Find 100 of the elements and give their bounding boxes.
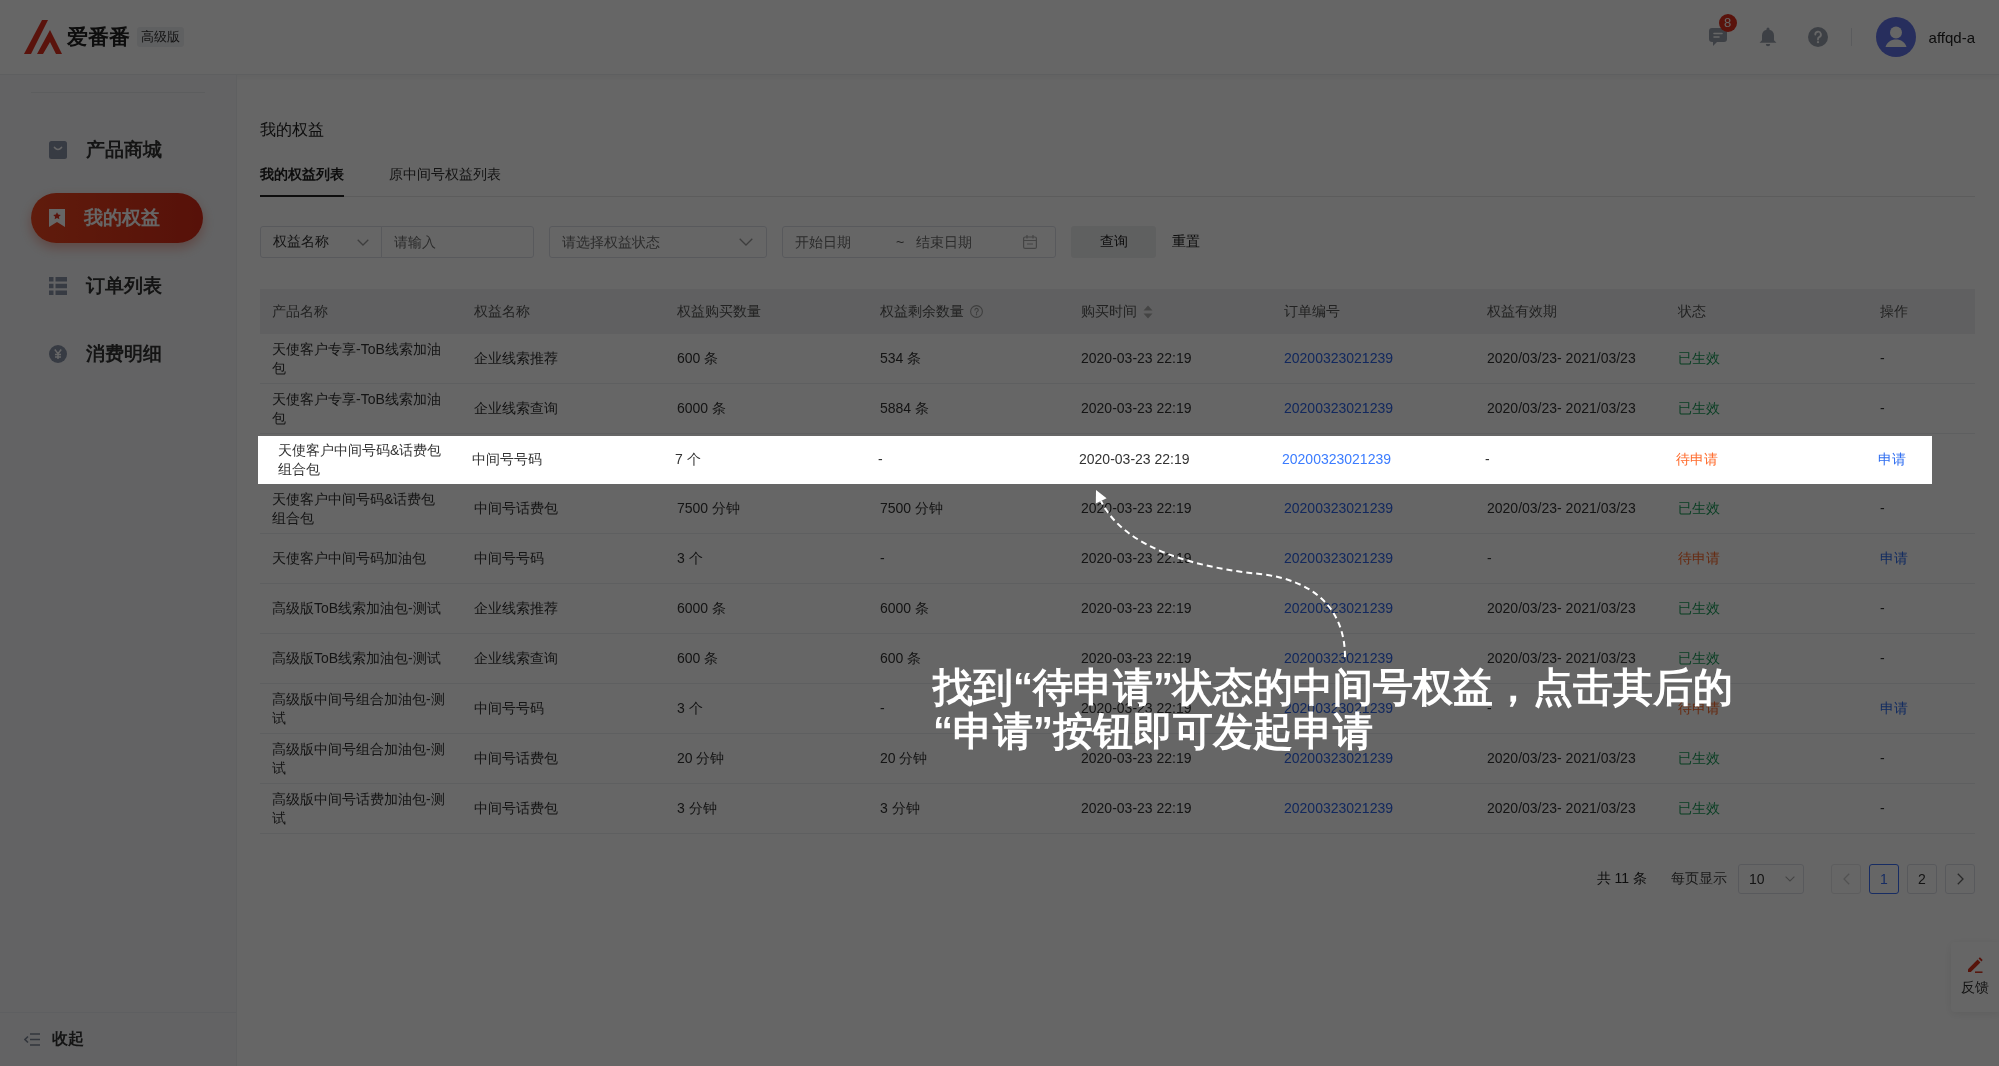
table-cell: 600 条 xyxy=(677,650,719,666)
message-count-badge: 8 xyxy=(1718,14,1737,32)
tab[interactable]: 我的权益列表 xyxy=(260,163,344,197)
table-cell: - xyxy=(1880,800,1885,816)
table-cell: - xyxy=(1485,451,1490,467)
table-cell: 天使客户中间号码加油包 xyxy=(272,550,426,566)
status-label: 待申请 xyxy=(1676,451,1718,467)
list-icon xyxy=(49,277,67,295)
table-cell: 高级版ToB线索加油包-测试 xyxy=(272,650,441,666)
column-header: 订单编号 xyxy=(1284,302,1340,321)
status-label: 已生效 xyxy=(1678,750,1720,766)
avatar-icon[interactable] xyxy=(1875,17,1916,57)
page-size-select[interactable]: 10 xyxy=(1738,864,1804,894)
order-number-link[interactable]: 20200323021239 xyxy=(1284,800,1393,816)
table-cell: 天使客户专享-ToB线索加油包 xyxy=(272,390,441,426)
tab[interactable]: 原中间号权益列表 xyxy=(389,163,501,197)
table-cell: 中间号号码 xyxy=(474,550,544,566)
help-icon[interactable] xyxy=(1807,27,1828,47)
table-cell: 高级版中间号话费加油包-测试 xyxy=(272,790,445,826)
table-cell: 3 个 xyxy=(677,550,703,566)
status-label: 已生效 xyxy=(1678,650,1720,666)
page-button[interactable]: 1 xyxy=(1869,864,1899,894)
column-header: 产品名称 xyxy=(272,302,328,321)
apply-link[interactable]: 申请 xyxy=(1880,550,1908,566)
table-cell: 中间号话费包 xyxy=(474,800,558,816)
table-cell: 2020/03/23- 2021/03/23 xyxy=(1487,350,1636,366)
column-header: 权益有效期 xyxy=(1487,302,1557,321)
table-cell: 2020-03-23 22:19 xyxy=(1081,650,1192,666)
sidebar-item[interactable]: 我的权益 xyxy=(31,193,203,243)
range-separator: ~ xyxy=(896,234,905,250)
table-cell: 高级版ToB线索加油包-测试 xyxy=(272,600,441,616)
table-cell: - xyxy=(1880,600,1885,616)
table-cell: 2020/03/23- 2021/03/23 xyxy=(1487,600,1636,616)
table-cell: 3 分钟 xyxy=(677,800,717,816)
page-title: 我的权益 xyxy=(260,120,324,140)
table-cell: 2020-03-23 22:19 xyxy=(1081,600,1192,616)
sidebar-item[interactable]: 消费明细 xyxy=(31,329,203,379)
logo-icon xyxy=(23,19,63,55)
table-cell: - xyxy=(880,550,885,566)
table-cell: 20 分钟 xyxy=(677,750,725,766)
table-cell: 企业线索推荐 xyxy=(474,600,558,616)
table-cell: 20 分钟 xyxy=(880,750,928,766)
order-number-link[interactable]: 20200323021239 xyxy=(1284,550,1393,566)
brand-name: 爱番番 xyxy=(67,24,130,50)
sidebar-item[interactable]: 产品商城 xyxy=(31,125,203,175)
table-cell: 2020-03-23 22:19 xyxy=(1079,451,1190,467)
bell-icon[interactable] xyxy=(1758,27,1777,47)
table-cell: - xyxy=(1487,550,1492,566)
table-cell: 5884 条 xyxy=(880,400,930,416)
order-number-link[interactable]: 20200323021239 xyxy=(1284,400,1393,416)
username[interactable]: affqd-a xyxy=(1928,28,1975,46)
table-cell: 6000 条 xyxy=(677,600,727,616)
apply-link[interactable]: 申请 xyxy=(1880,700,1908,716)
calendar-icon xyxy=(1023,235,1037,249)
table-cell: - xyxy=(1880,500,1885,516)
column-header: 状态 xyxy=(1678,302,1706,321)
collapse-button[interactable]: 收起 xyxy=(0,1012,236,1066)
chat-icon[interactable] xyxy=(1707,27,1728,47)
table-cell: 7500 分钟 xyxy=(677,500,741,516)
table-cell: 600 条 xyxy=(677,350,719,366)
keyword-field[interactable]: 请输入 xyxy=(381,226,534,258)
status-label: 已生效 xyxy=(1678,400,1720,416)
chevron-down-icon xyxy=(1785,876,1795,882)
table-cell: 2020/03/23- 2021/03/23 xyxy=(1487,650,1636,666)
table-cell: 企业线索推荐 xyxy=(474,350,558,366)
order-number-link[interactable]: 20200323021239 xyxy=(1284,600,1393,616)
table-cell: 2020-03-23 22:19 xyxy=(1081,400,1192,416)
sidebar-item[interactable]: 订单列表 xyxy=(31,261,203,311)
table-cell: 6000 条 xyxy=(677,400,727,416)
order-number-link[interactable]: 20200323021239 xyxy=(1284,500,1393,516)
feedback-button[interactable]: 反馈 xyxy=(1951,942,1999,1012)
sort-icon[interactable] xyxy=(1143,304,1153,319)
table-cell: 7500 分钟 xyxy=(880,500,944,516)
order-number-link[interactable]: 20200323021239 xyxy=(1284,350,1393,366)
query-button[interactable]: 查询 xyxy=(1071,226,1156,258)
next-page-button[interactable] xyxy=(1945,864,1975,894)
column-header: 权益剩余数量 xyxy=(880,302,964,321)
order-number-link[interactable]: 20200323021239 xyxy=(1284,750,1393,766)
field-select[interactable]: 权益名称 xyxy=(260,226,382,258)
order-number-link[interactable]: 20200323021239 xyxy=(1284,650,1393,666)
status-label: 已生效 xyxy=(1678,600,1720,616)
table-cell: 天使客户中间号码&话费包组合包 xyxy=(272,490,436,526)
table-cell: 3 分钟 xyxy=(880,800,920,816)
table-cell: 高级版中间号组合加油包-测试 xyxy=(272,690,445,726)
chevron-down-icon xyxy=(357,238,369,246)
apply-link[interactable]: 申请 xyxy=(1878,451,1906,467)
page-button[interactable]: 2 xyxy=(1907,864,1937,894)
help-icon[interactable] xyxy=(970,305,983,318)
bag-icon xyxy=(49,141,67,159)
table-cell: - xyxy=(1880,750,1885,766)
table-cell: - xyxy=(1880,350,1885,366)
status-label: 已生效 xyxy=(1678,350,1720,366)
column-header: 操作 xyxy=(1880,302,1908,321)
reset-button[interactable]: 重置 xyxy=(1162,226,1210,258)
table-cell: 企业线索查询 xyxy=(474,650,558,666)
end-date-field[interactable]: 结束日期 xyxy=(916,234,1007,250)
column-header: 权益购买数量 xyxy=(677,302,761,321)
order-number-link[interactable]: 20200323021239 xyxy=(1282,451,1391,467)
status-label: 待申请 xyxy=(1678,550,1720,566)
table-cell: 2020/03/23- 2021/03/23 xyxy=(1487,800,1636,816)
